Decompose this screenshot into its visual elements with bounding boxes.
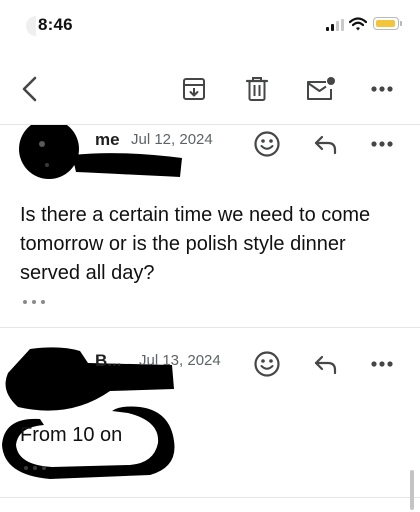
- add-reaction-button[interactable]: [250, 127, 284, 161]
- message-body: From 10 on: [20, 424, 123, 446]
- message-body: Is there a certain time we need to come …: [20, 204, 371, 284]
- delete-button[interactable]: [241, 66, 273, 112]
- archive-button[interactable]: [178, 66, 210, 112]
- message-date: Jul 13, 2024: [139, 352, 221, 369]
- show-trimmed-content-button[interactable]: [24, 463, 46, 473]
- reply-icon: [313, 353, 339, 375]
- message-more-button[interactable]: [365, 127, 399, 161]
- message-item[interactable]: me Jul 12, 2024 Is there a certain time …: [0, 125, 420, 327]
- mark-unread-icon: [304, 75, 336, 103]
- mark-unread-button[interactable]: [302, 66, 338, 112]
- more-horizontal-icon: [370, 360, 394, 368]
- battery-icon: [373, 17, 402, 30]
- time-bubble: [26, 16, 36, 36]
- message-toolbar: [0, 66, 420, 112]
- sender-name: me: [95, 130, 120, 149]
- message-more-button[interactable]: [365, 347, 399, 381]
- wifi-icon: [349, 17, 367, 31]
- message-divider: [0, 497, 420, 498]
- back-button[interactable]: [12, 66, 48, 112]
- status-time: 8:46: [38, 15, 73, 34]
- sender-name: B...: [95, 351, 122, 370]
- add-reaction-button[interactable]: [250, 347, 284, 381]
- reply-button[interactable]: [309, 127, 343, 161]
- reply-button[interactable]: [309, 347, 343, 381]
- more-horizontal-icon: [370, 85, 394, 93]
- trash-icon: [245, 75, 269, 103]
- more-horizontal-icon: [370, 140, 394, 148]
- scrollbar[interactable]: [410, 470, 414, 510]
- back-chevron-icon: [20, 75, 40, 103]
- signal-icon: [326, 19, 344, 31]
- message-item[interactable]: B... Jul 13, 2024 From 10 on: [0, 327, 420, 497]
- emoji-reaction-icon: [253, 350, 281, 378]
- status-bar: 8:46: [0, 0, 420, 46]
- show-trimmed-content-button[interactable]: [23, 297, 45, 307]
- emoji-reaction-icon: [253, 130, 281, 158]
- reply-icon: [313, 133, 339, 155]
- message-date: Jul 12, 2024: [131, 131, 213, 148]
- more-options-button[interactable]: [362, 66, 402, 112]
- archive-icon: [181, 76, 207, 102]
